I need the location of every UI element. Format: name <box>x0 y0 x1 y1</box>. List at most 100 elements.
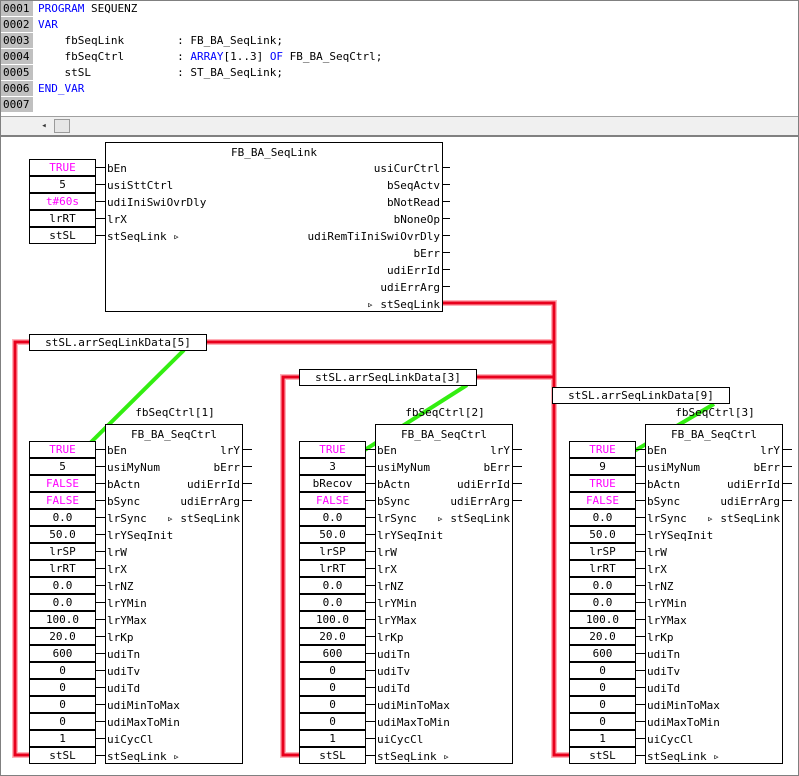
input-value-box[interactable]: FALSE <box>569 492 636 509</box>
input-pin-7[interactable]: lrX <box>377 561 397 578</box>
input-value-box[interactable]: 0.0 <box>569 594 636 611</box>
input-value-box[interactable]: 3 <box>299 458 366 475</box>
input-pin-12[interactable]: udiTn <box>647 646 680 663</box>
input-pin-8[interactable]: lrNZ <box>107 578 134 595</box>
input-value-box[interactable]: 0.0 <box>29 594 96 611</box>
code-line-stsl[interactable]: stSL : ST_BA_SeqLink; <box>38 65 283 81</box>
input-pin-4[interactable]: lrSync <box>377 510 417 527</box>
input-value-box[interactable]: 9 <box>569 458 636 475</box>
scroll-thumb[interactable] <box>54 119 70 133</box>
input-pin-12[interactable]: udiTn <box>377 646 410 663</box>
input-value-box[interactable]: 0 <box>299 713 366 730</box>
output-pin-1[interactable]: bSeqActv <box>387 177 440 194</box>
input-pin-4[interactable]: lrSync <box>107 510 147 527</box>
input-pin-18[interactable]: stSeqLink ▹ <box>107 748 180 765</box>
output-pin-2[interactable]: udiErrId <box>727 476 780 493</box>
input-value-box[interactable]: 20.0 <box>29 628 96 645</box>
input-value-box[interactable]: lrRT <box>29 210 96 227</box>
output-pin-3[interactable]: udiErrArg <box>720 493 780 510</box>
input-value-box[interactable]: lrRT <box>299 560 366 577</box>
input-pin-18[interactable]: stSeqLink ▹ <box>647 748 720 765</box>
input-pin-3[interactable]: bSync <box>647 493 680 510</box>
input-value-box[interactable]: FALSE <box>29 492 96 509</box>
input-pin-11[interactable]: lrKp <box>377 629 404 646</box>
input-pin-6[interactable]: lrW <box>377 544 397 561</box>
data-var-box[interactable]: stSL.arrSeqLinkData[3] <box>299 369 477 386</box>
input-value-box[interactable]: 50.0 <box>299 526 366 543</box>
input-value-box[interactable]: 50.0 <box>569 526 636 543</box>
declaration-editor[interactable]: 0001 0002 0003 0004 0005 0006 0007 PROGR… <box>0 0 799 136</box>
input-pin-2[interactable]: udiIniSwiOvrDly <box>107 194 206 211</box>
input-pin-11[interactable]: lrKp <box>107 629 134 646</box>
input-pin-3[interactable]: lrX <box>107 211 127 228</box>
input-value-box[interactable]: FALSE <box>29 475 96 492</box>
output-pin-0[interactable]: usiCurCtrl <box>374 160 440 177</box>
input-value-box[interactable]: 0.0 <box>29 577 96 594</box>
code-line-fbseqlink[interactable]: fbSeqLink : FB_BA_SeqLink; <box>38 33 283 49</box>
input-value-box[interactable]: 0 <box>29 696 96 713</box>
output-pin-0[interactable]: lrY <box>760 442 780 459</box>
input-value-box[interactable]: 100.0 <box>569 611 636 628</box>
input-pin-2[interactable]: bActn <box>377 476 410 493</box>
output-pin-1[interactable]: bErr <box>484 459 511 476</box>
input-value-box[interactable]: TRUE <box>299 441 366 458</box>
input-value-box[interactable]: 600 <box>29 645 96 662</box>
input-value-box[interactable]: stSL <box>29 227 96 244</box>
fb-seqctrl-block[interactable]: FB_BA_SeqCtrl bEn usiMyNum bActn bSync lrSync… <box>645 424 783 764</box>
input-pin-6[interactable]: lrW <box>107 544 127 561</box>
input-pin-17[interactable]: uiCycCl <box>107 731 153 748</box>
input-pin-10[interactable]: lrYMax <box>107 612 147 629</box>
input-pin-13[interactable]: udiTv <box>377 663 410 680</box>
input-pin-9[interactable]: lrYMin <box>377 595 417 612</box>
input-value-box[interactable]: TRUE <box>569 475 636 492</box>
input-value-box[interactable]: 1 <box>299 730 366 747</box>
output-pin-0[interactable]: lrY <box>490 442 510 459</box>
input-value-box[interactable]: 0 <box>569 662 636 679</box>
output-pin-2[interactable]: bNotRead <box>387 194 440 211</box>
input-pin-14[interactable]: udiTd <box>647 680 680 697</box>
input-value-box[interactable]: t#60s <box>29 193 96 210</box>
output-pin-4[interactable]: udiRemTiIniSwiOvrDly <box>308 228 440 245</box>
input-value-box[interactable]: 50.0 <box>29 526 96 543</box>
fb-seqctrl-block[interactable]: FB_BA_SeqCtrl bEn usiMyNum bActn bSync lrSync… <box>375 424 513 764</box>
output-pin-7[interactable]: udiErrArg <box>380 279 440 296</box>
output-pin-8[interactable]: ▹ stSeqLink <box>367 296 440 313</box>
input-pin-9[interactable]: lrYMin <box>107 595 147 612</box>
data-var-box[interactable]: stSL.arrSeqLinkData[9] <box>552 387 730 404</box>
input-pin-0[interactable]: bEn <box>107 442 127 459</box>
input-value-box[interactable]: 100.0 <box>29 611 96 628</box>
input-pin-14[interactable]: udiTd <box>107 680 140 697</box>
input-pin-0[interactable]: bEn <box>647 442 667 459</box>
input-value-box[interactable]: TRUE <box>29 159 96 176</box>
output-pin-1[interactable]: bErr <box>214 459 241 476</box>
input-value-box[interactable]: 0.0 <box>569 509 636 526</box>
input-value-box[interactable]: 5 <box>29 458 96 475</box>
output-pin-4[interactable]: ▹ stSeqLink <box>707 510 780 527</box>
input-pin-16[interactable]: udiMaxToMin <box>647 714 720 731</box>
horizontal-scrollbar[interactable]: ◂ <box>1 116 798 135</box>
input-pin-10[interactable]: lrYMax <box>647 612 687 629</box>
input-pin-15[interactable]: udiMinToMax <box>377 697 450 714</box>
input-pin-5[interactable]: lrYSeqInit <box>377 527 443 544</box>
input-pin-7[interactable]: lrX <box>107 561 127 578</box>
input-value-box[interactable]: 0 <box>29 713 96 730</box>
input-value-box[interactable]: 0 <box>569 713 636 730</box>
input-pin-11[interactable]: lrKp <box>647 629 674 646</box>
input-pin-1[interactable]: usiMyNum <box>647 459 700 476</box>
output-pin-4[interactable]: ▹ stSeqLink <box>437 510 510 527</box>
cfc-canvas[interactable]: FB_BA_SeqLink bEn usiSttCtrl udiIniSwiOvrD… <box>0 136 799 776</box>
input-pin-0[interactable]: bEn <box>377 442 397 459</box>
input-value-box[interactable]: 0 <box>569 696 636 713</box>
output-pin-2[interactable]: udiErrId <box>187 476 240 493</box>
fb-seqctrl-block[interactable]: FB_BA_SeqCtrl bEn usiMyNum bActn bSync lrSync… <box>105 424 243 764</box>
input-value-box[interactable]: stSL <box>569 747 636 764</box>
input-pin-8[interactable]: lrNZ <box>377 578 404 595</box>
output-pin-3[interactable]: udiErrArg <box>450 493 510 510</box>
input-value-box[interactable]: 20.0 <box>299 628 366 645</box>
input-value-box[interactable]: 0 <box>29 679 96 696</box>
input-value-box[interactable]: 0 <box>569 679 636 696</box>
input-value-box[interactable]: lrSP <box>299 543 366 560</box>
input-value-box[interactable]: 0 <box>299 662 366 679</box>
output-pin-3[interactable]: bNoneOp <box>394 211 440 228</box>
input-pin-9[interactable]: lrYMin <box>647 595 687 612</box>
